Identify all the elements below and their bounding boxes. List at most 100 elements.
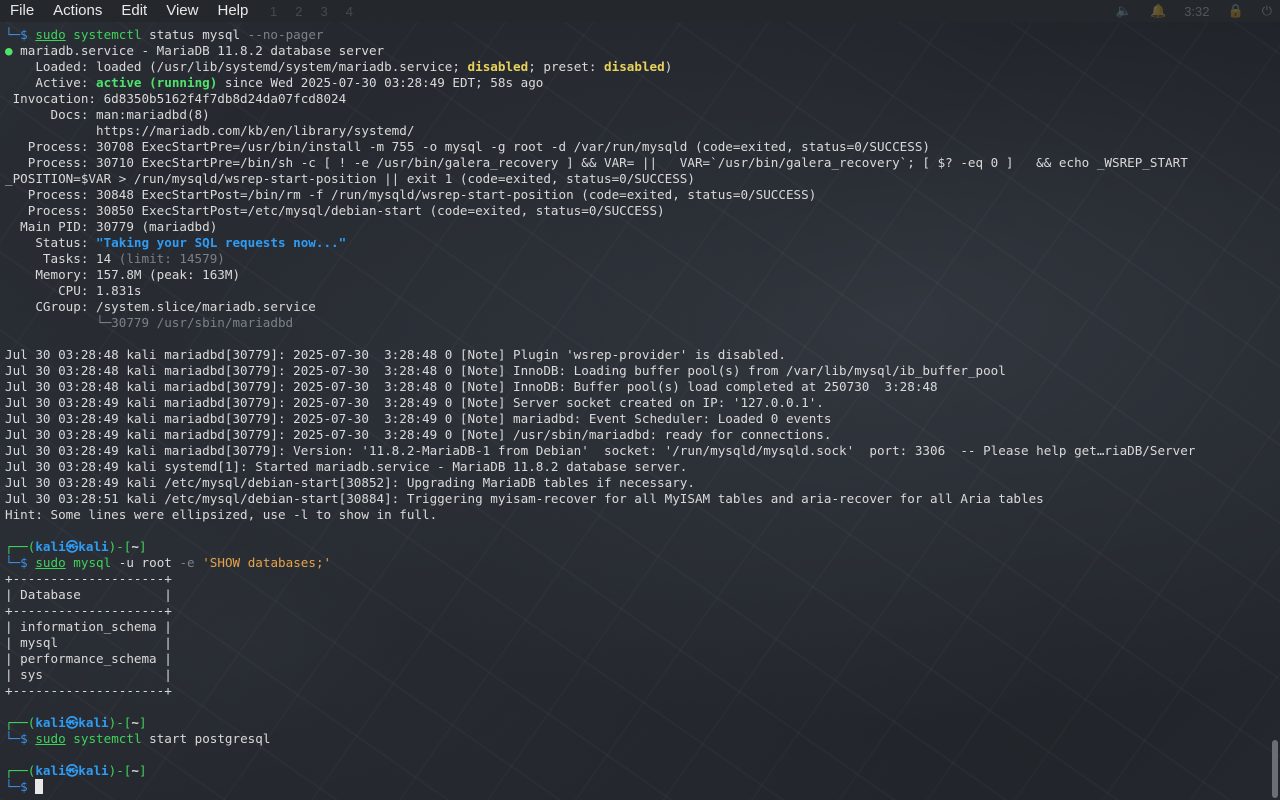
status-dot-icon: ●: [5, 43, 13, 58]
active-state: active (running): [96, 75, 218, 90]
invocation-line: Invocation: 6d8350b5162f4f7db8d24da07fcd…: [5, 91, 347, 106]
prompt-close: )-[: [108, 539, 132, 554]
log-line: Jul 30 03:28:49 kali mariadbd[30779]: 20…: [5, 427, 832, 442]
process-line-wrap: _POSITION=$VAR > /run/mysqld/wsrep-start…: [5, 171, 695, 186]
prompt-dir: ~: [131, 763, 139, 778]
tasks-label: Tasks: 14: [5, 251, 119, 266]
prompt-line: ┌──(kali㉿kali)-[~]: [5, 763, 1266, 779]
log-line: Jul 30 03:28:48 kali mariadbd[30779]: 20…: [5, 347, 786, 362]
clock[interactable]: 3:32: [1184, 4, 1209, 19]
service-header: ● mariadb.service - MariaDB 11.8.2 datab…: [5, 43, 1266, 59]
cmd-flag: --no-pager: [247, 27, 324, 42]
menu-edit[interactable]: Edit: [111, 0, 156, 22]
prompt-end: ]: [138, 539, 147, 554]
workspace-3[interactable]: 3: [320, 4, 327, 19]
cmd-program: systemctl: [73, 731, 142, 746]
cmd-args: start postgresql: [141, 731, 271, 746]
menu-file[interactable]: File: [0, 0, 43, 22]
hint-line: Hint: Some lines were ellipsized, use -l…: [5, 507, 438, 522]
log-line: Jul 30 03:28:49 kali mariadbd[30779]: 20…: [5, 395, 824, 410]
main-pid-line: Main PID: 30779 (mariadbd): [5, 219, 218, 234]
active-line: Active: active (running) since Wed 2025-…: [5, 75, 1266, 91]
docs-url-line: https://mariadb.com/kb/en/library/system…: [5, 123, 415, 138]
lock-icon[interactable]: 🔒: [1228, 3, 1244, 19]
menu-help[interactable]: Help: [207, 0, 257, 22]
system-tray: 🔈 🔔 3:32 🔒 ⏻: [1116, 0, 1272, 22]
loaded-preset-label: ; preset:: [528, 59, 605, 74]
table-row: | information_schema |: [5, 619, 172, 634]
prompt-close: )-[: [108, 763, 132, 778]
table-border: +--------------------+: [5, 683, 172, 698]
cmd-program: mysql: [73, 555, 112, 570]
loaded-line: Loaded: loaded (/usr/lib/systemd/system/…: [5, 59, 1266, 75]
cmd-sudo: sudo: [35, 27, 66, 42]
prompt-user: kali: [35, 539, 66, 554]
prompt-line: ┌──(kali㉿kali)-[~]: [5, 539, 1266, 555]
loaded-disabled: disabled: [467, 59, 529, 74]
log-line: Jul 30 03:28:49 kali mariadbd[30779]: 20…: [5, 411, 832, 426]
prompt-tail: └─$: [5, 779, 36, 794]
cmd-args: -u root: [111, 555, 180, 570]
loaded-value: loaded (/usr/lib/systemd/system/mariadb.…: [96, 59, 468, 74]
service-title: mariadb.service - MariaDB 11.8.2 databas…: [12, 43, 385, 58]
prompt-at: ㉿: [65, 539, 79, 554]
process-line: Process: 30710 ExecStartPre=/bin/sh -c […: [5, 155, 1188, 170]
cpu-line: CPU: 1.831s: [5, 283, 142, 298]
log-line: Jul 30 03:28:49 kali systemd[1]: Started…: [5, 459, 688, 474]
prompt-host: kali: [78, 763, 109, 778]
terminal-output[interactable]: └─$ sudo systemctl status mysql --no-pag…: [5, 27, 1266, 795]
active-command-line[interactable]: └─$: [5, 779, 1266, 795]
table-header: | Database |: [5, 587, 172, 602]
prompt-tail: └─$: [5, 27, 36, 42]
table-border: +--------------------+: [5, 603, 172, 618]
log-line: Jul 30 03:28:48 kali mariadbd[30779]: 20…: [5, 379, 938, 394]
tasks-line: Tasks: 14 (limit: 14579): [5, 251, 1266, 267]
prompt-dir: ~: [131, 715, 139, 730]
prompt-end: ]: [138, 715, 147, 730]
workspace-1[interactable]: 1: [270, 4, 277, 19]
log-line: Jul 30 03:28:51 kali /etc/mysql/debian-s…: [5, 491, 1044, 506]
log-line: Jul 30 03:28:49 kali /etc/mysql/debian-s…: [5, 475, 695, 490]
cmd-args: status mysql: [141, 27, 248, 42]
cgroup-child-line: └─30779 /usr/sbin/mariadbd: [5, 315, 294, 330]
command-line: └─$ sudo systemctl status mysql --no-pag…: [5, 27, 1266, 43]
menu-view[interactable]: View: [156, 0, 207, 22]
active-since: since Wed 2025-07-30 03:28:49 EDT; 58s a…: [217, 75, 544, 90]
loaded-end: ): [664, 59, 673, 74]
status-line: Status: "Taking your SQL requests now...…: [5, 235, 1266, 251]
active-label: Active:: [5, 75, 96, 90]
command-line: └─$ sudo systemctl start postgresql: [5, 731, 1266, 747]
prompt-at: ㉿: [65, 763, 79, 778]
log-line: Jul 30 03:28:49 kali mariadbd[30779]: Ve…: [5, 443, 1196, 458]
notification-bell-icon[interactable]: 🔔: [1150, 3, 1166, 19]
status-label: Status:: [5, 235, 96, 250]
prompt-user: kali: [35, 715, 66, 730]
loaded-label: Loaded:: [5, 59, 96, 74]
terminal-scrollbar[interactable]: [1272, 740, 1278, 798]
cmd-flag: -e: [179, 555, 195, 570]
workspace-2[interactable]: 2: [295, 4, 302, 19]
log-line: Jul 30 03:28:48 kali mariadbd[30779]: 20…: [5, 363, 1006, 378]
prompt-tail: └─$: [5, 731, 36, 746]
power-icon[interactable]: ⏻: [1262, 3, 1272, 19]
prompt-host: kali: [78, 715, 109, 730]
status-value: "Taking your SQL requests now...": [96, 235, 347, 250]
workspace-4[interactable]: 4: [346, 4, 353, 19]
prompt-dir: ~: [131, 539, 139, 554]
prompt-user: kali: [35, 763, 66, 778]
table-row: | sys |: [5, 667, 172, 682]
prompt-tail: └─$: [5, 555, 36, 570]
text-cursor[interactable]: [35, 779, 44, 794]
cmd-string: 'SHOW databases;': [202, 555, 332, 570]
volume-icon[interactable]: 🔈: [1116, 3, 1132, 19]
table-row: | mysql |: [5, 635, 172, 650]
menu-actions[interactable]: Actions: [43, 0, 111, 22]
tasks-limit: (limit: 14579): [118, 251, 225, 266]
docs-line: Docs: man:mariadbd(8): [5, 107, 210, 122]
prompt-line: ┌──(kali㉿kali)-[~]: [5, 715, 1266, 731]
prompt-end: ]: [138, 763, 147, 778]
table-row: | performance_schema |: [5, 651, 172, 666]
process-line: Process: 30708 ExecStartPre=/usr/bin/ins…: [5, 139, 931, 154]
prompt-host: kali: [78, 539, 109, 554]
prompt-at: ㉿: [65, 715, 79, 730]
